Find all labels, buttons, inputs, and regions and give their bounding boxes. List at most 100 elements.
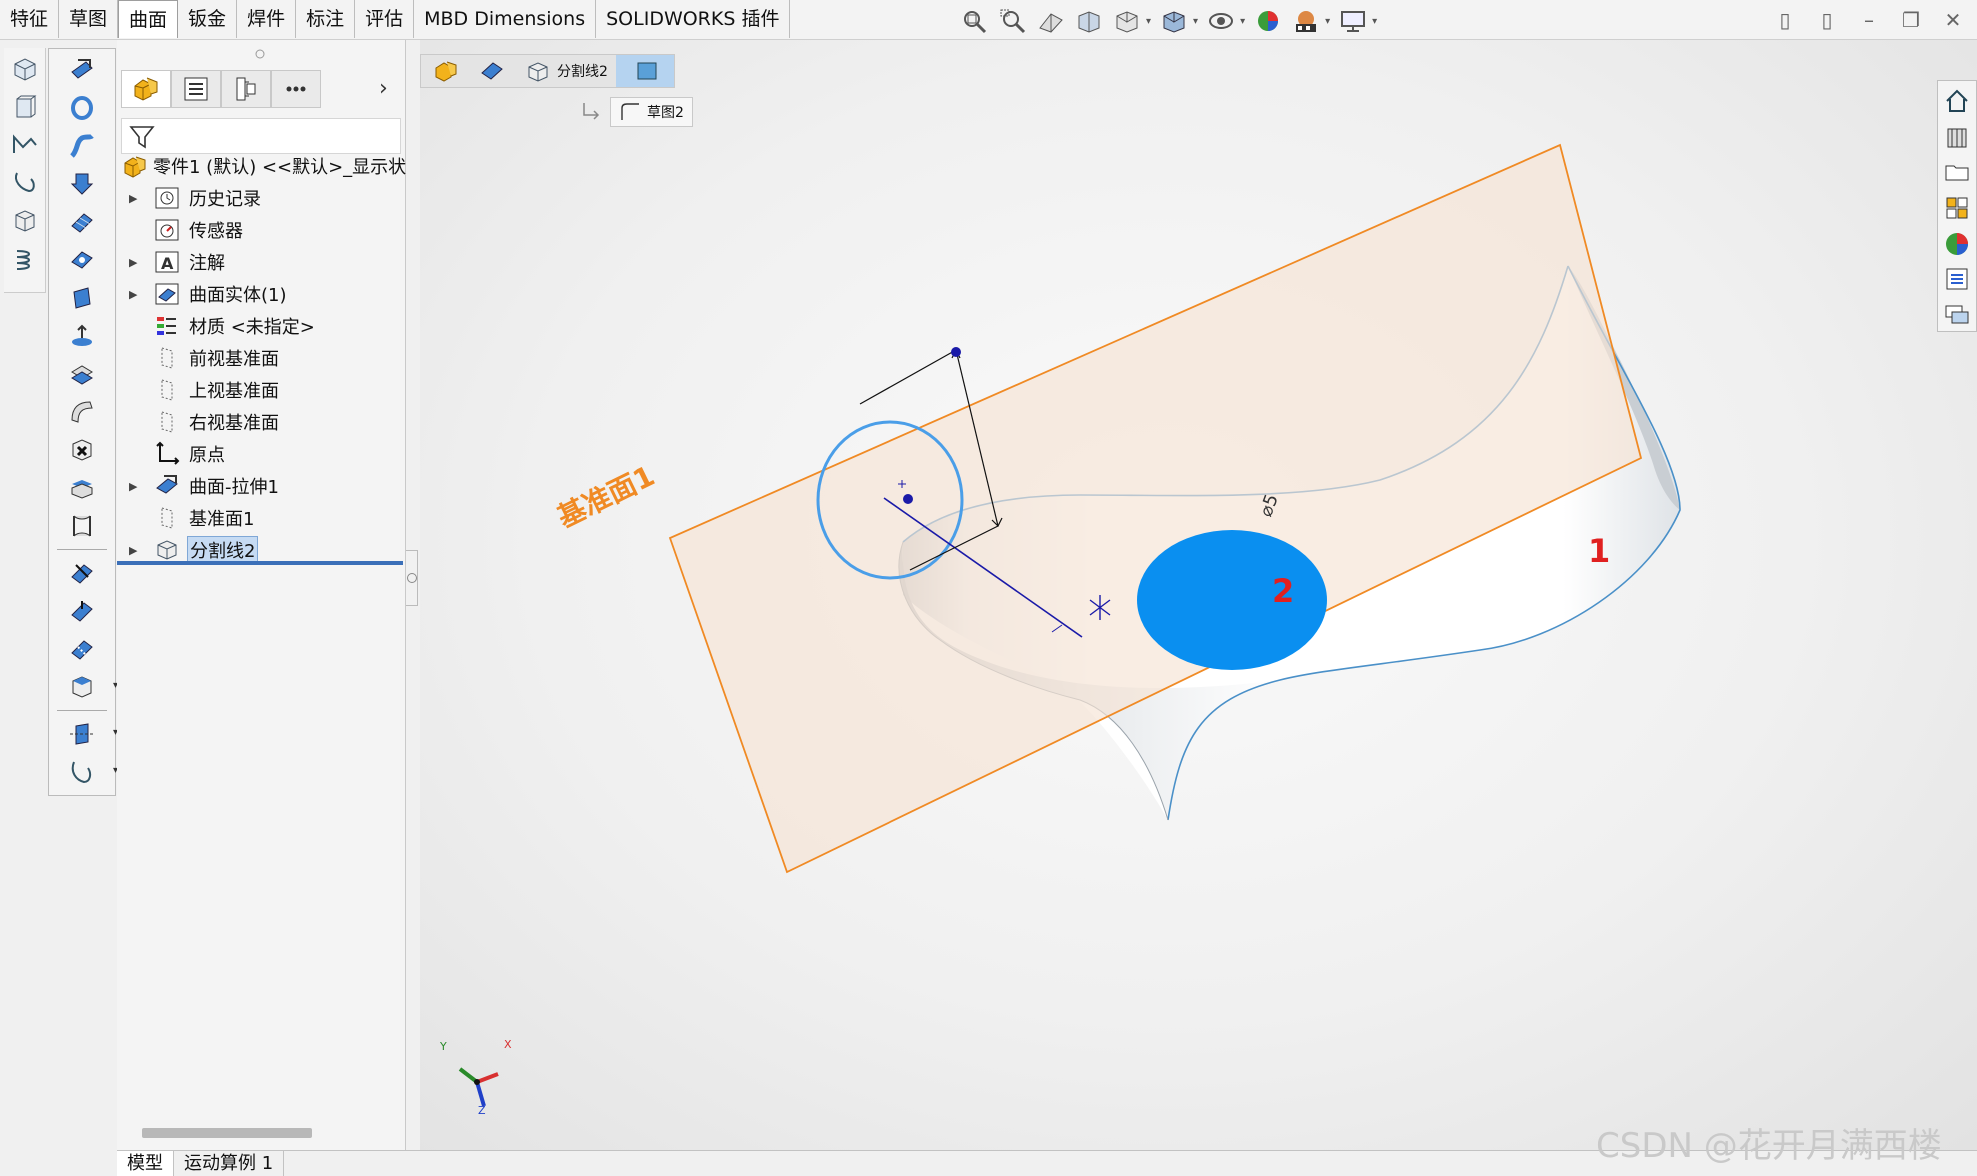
swept-surface-icon[interactable] [64,129,100,163]
expand-arrow-icon[interactable]: ▶ [129,480,139,493]
chevron-right-icon[interactable]: › [379,76,388,101]
extruded-surface-icon[interactable] [64,53,100,87]
tree-node[interactable]: 基准面1 [117,502,406,534]
expand-arrow-icon[interactable]: ▶ [129,256,139,269]
ribbon-tab[interactable]: 焊件 [237,0,297,38]
tree-node[interactable]: ▶ 历史记录 [117,182,406,214]
featuremanager-tab[interactable] [121,70,171,108]
folder-icon[interactable] [1941,156,1973,188]
box-icon[interactable] [7,204,43,238]
expand-arrow-icon[interactable]: ▶ [129,192,139,205]
tile-right-icon[interactable]: ▯ [1813,6,1841,34]
tree-root-part[interactable]: 零件1 (默认) <<默认>_显示状态 [117,150,406,182]
tree-node[interactable]: 右视基准面 [117,406,406,438]
part-icon[interactable] [7,52,43,86]
forum-icon[interactable] [1941,299,1973,331]
horizontal-scrollbar[interactable] [142,1128,312,1138]
panel-splitter[interactable] [117,561,403,565]
breadcrumb-surface[interactable] [467,55,513,87]
surface-flatten-icon[interactable] [64,395,100,429]
home-icon[interactable] [1941,85,1973,117]
ribbon-tab[interactable]: MBD Dimensions [414,0,597,38]
view-settings-icon[interactable] [1338,7,1368,35]
filter-icon[interactable] [128,123,156,151]
chevron-down-icon[interactable]: ▾ [1193,16,1198,27]
boundary-surface-icon[interactable] [64,205,100,239]
graphics-area[interactable]: 基准面1 1 2 ⌀5 Y X Z [420,40,1977,1150]
expand-arrow-icon[interactable]: ▶ [129,544,139,557]
chevron-down-icon[interactable]: ▾ [1372,16,1377,27]
custom-properties-icon[interactable] [1941,264,1973,296]
bottom-tab[interactable]: 模型 [117,1151,174,1176]
tree-filter[interactable] [121,118,401,154]
breadcrumb-face[interactable] [615,55,674,87]
resources-icon[interactable] [1941,121,1973,153]
ribbon-tab[interactable]: 评估 [355,0,415,38]
panel-pin-icon[interactable] [254,48,266,60]
close-icon[interactable]: ✕ [1939,6,1967,34]
breadcrumb-sketch[interactable]: 草图2 [610,97,693,127]
expand-arrow-icon[interactable]: ▶ [129,288,139,301]
breadcrumb-part[interactable] [421,55,467,87]
thicken-icon[interactable]: ▾ [64,670,118,704]
tree-node[interactable]: ▶ 曲面实体(1) [117,278,406,310]
previous-view-icon[interactable] [1036,7,1066,35]
ribbon-tab[interactable]: SOLIDWORKS 插件 [596,0,791,38]
tree-node-label: 基准面1 [189,509,255,530]
untrim-surface-icon[interactable] [64,594,100,628]
tree-node[interactable]: 前视基准面 [117,342,406,374]
planar-surface-icon[interactable] [64,281,100,315]
restore-icon[interactable]: ❐ [1897,6,1925,34]
curves-icon[interactable]: ▾ [64,755,118,789]
breadcrumb-split-line[interactable]: 分割线2 [513,55,616,87]
more-tabs-icon[interactable] [271,70,321,108]
extrude-icon[interactable] [7,90,43,124]
bottom-tab[interactable]: 运动算例 1 [174,1151,285,1176]
tree-node[interactable]: ▶ A 注解 [117,246,406,278]
ribbon-tab[interactable]: 特征 [0,0,60,38]
offset-surface-icon[interactable] [64,319,100,353]
filled-surface-icon[interactable] [64,243,100,277]
chevron-down-icon[interactable]: ▾ [1240,16,1245,27]
tree-node[interactable]: 上视基准面 [117,374,406,406]
ribbon-tab[interactable]: 草图 [59,0,119,38]
minimize-icon[interactable]: – [1855,6,1883,34]
ribbon-tab[interactable]: 曲面 [118,0,179,38]
apply-scene-icon[interactable] [1291,7,1321,35]
display-style-icon[interactable] [1159,7,1189,35]
zoom-to-area-icon[interactable] [998,7,1028,35]
view-orientation-icon[interactable] [1112,7,1142,35]
propertymanager-tab[interactable] [171,70,221,108]
replace-face-icon[interactable] [64,471,100,505]
hide-show-items-icon[interactable] [1206,7,1236,35]
reference-geometry-icon[interactable]: ▾ [64,717,118,751]
view-palette-icon[interactable] [1941,192,1973,224]
ribbon-tab[interactable]: 标注 [296,0,356,38]
split-face-2[interactable] [1137,530,1327,670]
chevron-down-icon[interactable]: ▾ [1146,16,1151,27]
tree-node[interactable]: 传感器 [117,214,406,246]
chevron-down-icon[interactable]: ▾ [1325,16,1330,27]
trim-surface-icon[interactable] [64,556,100,590]
zoom-to-fit-icon[interactable] [960,7,990,35]
delete-face-icon[interactable] [64,433,100,467]
revolved-surface-icon[interactable] [64,91,100,125]
appearances-icon[interactable] [1941,228,1973,260]
tree-node[interactable]: 材质 <未指定> [117,310,406,342]
sketch-polyline-icon[interactable] [7,128,43,162]
tree-node[interactable]: ▶ 曲面-拉伸1 [117,470,406,502]
configurationmanager-tab[interactable] [221,70,271,108]
tile-left-icon[interactable]: ▯ [1771,6,1799,34]
edit-appearance-icon[interactable] [1253,7,1283,35]
part-icon [121,152,149,180]
helix-icon[interactable] [7,242,43,276]
tree-node[interactable]: 原点 [117,438,406,470]
section-view-icon[interactable] [1074,7,1104,35]
lofted-surface-icon[interactable] [64,167,100,201]
ribbon-tab[interactable]: 钣金 [178,0,238,38]
knit-surface-icon[interactable] [64,632,100,666]
panel-collapse-handle[interactable] [406,550,418,606]
extend-surface-icon[interactable] [64,509,100,543]
ruled-surface-icon[interactable] [64,357,100,391]
curve-icon[interactable] [7,166,43,200]
